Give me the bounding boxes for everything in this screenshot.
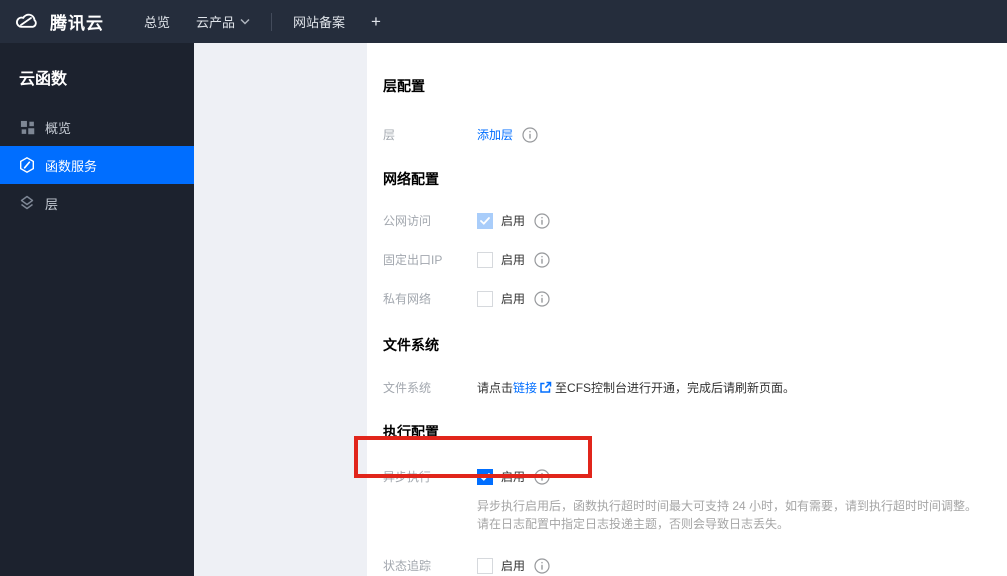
sidebar-item-overview[interactable]: 概览 xyxy=(0,108,194,146)
section-title-execution-config: 执行配置 xyxy=(383,424,439,440)
function-icon xyxy=(19,157,35,173)
brand-name: 腾讯云 xyxy=(50,14,104,33)
top-navbar: 腾讯云 总览 云产品 网站备案 + xyxy=(0,0,1007,43)
async-execution-checkbox[interactable] xyxy=(477,468,493,485)
checkbox-label: 启用 xyxy=(501,253,526,267)
public-network-checkbox[interactable] xyxy=(477,212,493,229)
fs-text-after: 至CFS控制台进行开通，完成后请刷新页面。 xyxy=(555,381,796,395)
info-icon[interactable] xyxy=(534,290,550,307)
form-row-public-network: 公网访问 启用 xyxy=(383,212,1007,229)
chevron-down-icon xyxy=(240,18,250,25)
info-icon[interactable] xyxy=(534,212,550,229)
form-row-private-network: 私有网络 启用 xyxy=(383,290,1007,307)
field-label: 层 xyxy=(383,128,396,142)
field-label: 公网访问 xyxy=(383,214,432,228)
checkbox-label: 启用 xyxy=(501,292,526,306)
sidebar-item-label: 层 xyxy=(45,196,59,212)
section-title-network-config: 网络配置 xyxy=(383,171,439,187)
navbar-divider xyxy=(271,12,273,31)
nav-item-icp-filing[interactable]: 网站备案 xyxy=(280,0,358,43)
info-icon[interactable] xyxy=(534,251,550,268)
grid-icon xyxy=(19,119,35,135)
section-title-layer-config: 层配置 xyxy=(383,78,425,94)
status-tracing-checkbox[interactable] xyxy=(477,557,493,574)
field-label: 私有网络 xyxy=(383,292,432,306)
section-title-file-system: 文件系统 xyxy=(383,337,439,353)
info-icon[interactable] xyxy=(534,468,550,485)
sidebar-item-layers[interactable]: 层 xyxy=(0,184,194,222)
info-icon[interactable] xyxy=(534,557,550,574)
form-row-file-system: 文件系统 请点击 链接 至CFS控制台进行开通，完成后请刷新页面。 xyxy=(383,379,1007,396)
hint-line-1: 异步执行启用后，函数执行超时时间最大可支持 24 小时，如有需要，请到执行超时时… xyxy=(477,499,978,513)
add-nav-tab-button[interactable]: + xyxy=(358,0,394,43)
sidebar-item-function-service[interactable]: 函数服务 xyxy=(0,146,194,184)
form-row-fixed-egress-ip: 固定出口IP 启用 xyxy=(383,251,1007,268)
add-layer-link[interactable]: 添加层 xyxy=(477,126,513,143)
info-icon[interactable] xyxy=(522,126,538,143)
form-row-async-execution: 异步执行 启用 xyxy=(383,468,1007,485)
nav-item-overview[interactable]: 总览 xyxy=(131,0,183,43)
function-config-panel: 层配置 层 添加层 网络配置 公网访问 启用 固定出口IP 启用 私有网络 启用… xyxy=(367,43,1007,576)
form-row-status-tracing: 状态追踪 启用 xyxy=(383,557,1007,574)
layers-icon xyxy=(19,195,35,211)
field-label: 固定出口IP xyxy=(383,253,443,267)
nav-item-cloud-products[interactable]: 云产品 xyxy=(183,0,263,43)
tencent-cloud-logo[interactable]: 腾讯云 xyxy=(0,8,104,35)
sidebar-item-label: 函数服务 xyxy=(45,158,98,174)
fixed-egress-ip-checkbox[interactable] xyxy=(477,251,493,268)
navbar-menu: 总览 云产品 网站备案 + xyxy=(131,0,394,43)
cfs-link[interactable]: 链接 xyxy=(513,379,537,396)
external-link-icon[interactable] xyxy=(539,381,552,394)
collapsed-secondary-panel xyxy=(194,43,367,576)
field-label: 状态追踪 xyxy=(383,559,432,573)
checkbox-label: 启用 xyxy=(501,470,526,484)
hint-line-2: 请在日志配置中指定日志投递主题，否则会导致日志丢失。 xyxy=(477,517,790,531)
sidebar: 云函数 概览 函数服务 层 xyxy=(0,43,194,576)
checkbox-label: 启用 xyxy=(501,559,526,573)
field-label: 异步执行 xyxy=(383,470,432,484)
private-network-checkbox[interactable] xyxy=(477,290,493,307)
sidebar-title: 云函数 xyxy=(19,71,68,88)
checkbox-label: 启用 xyxy=(501,214,526,228)
sidebar-item-label: 概览 xyxy=(45,120,72,136)
tencent-cloud-console: { "navbar": { "brand": "腾讯云", "items": [… xyxy=(0,0,1007,576)
cloud-logo-icon xyxy=(16,13,37,28)
field-label: 文件系统 xyxy=(383,381,432,395)
form-row-layer: 层 添加层 xyxy=(383,126,1007,143)
fs-text-before: 请点击 xyxy=(477,381,514,395)
async-execution-hint: 异步执行启用后，函数执行超时时间最大可支持 24 小时，如有需要，请到执行超时时… xyxy=(477,497,1007,533)
